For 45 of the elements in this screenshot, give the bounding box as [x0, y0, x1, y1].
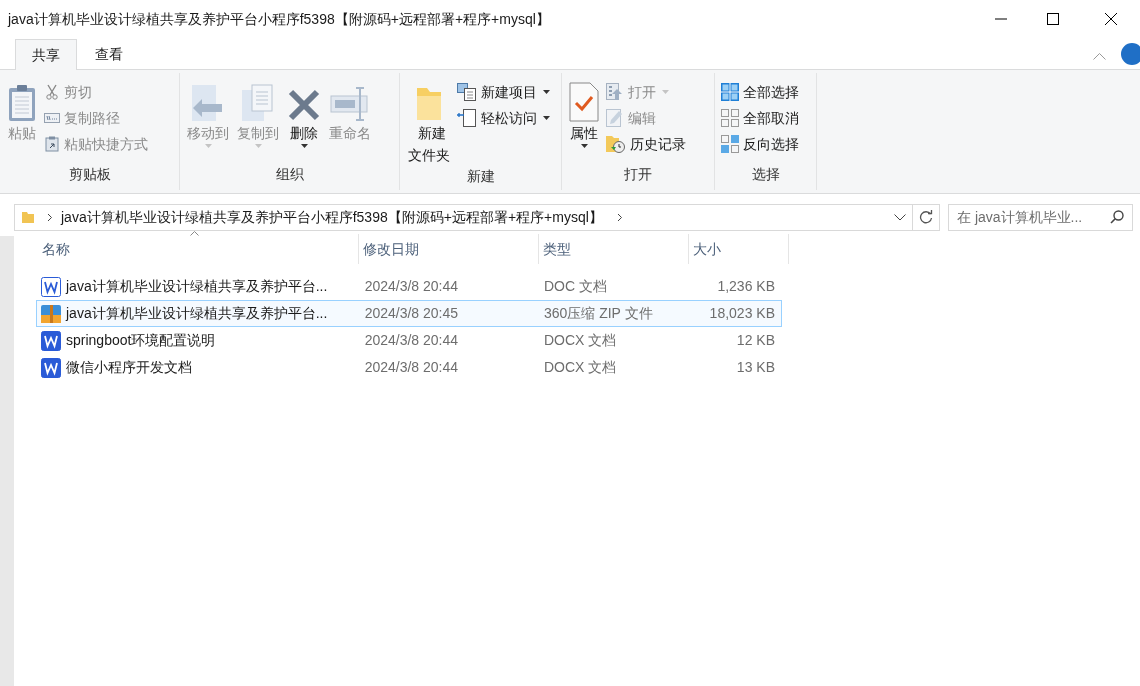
window-title: java计算机毕业设计绿植共享及养护平台小程序f5398【附源码+远程部署+程序+mysql】 [6, 9, 550, 29]
ribbon-button[interactable]: 历史记录 [605, 131, 687, 157]
ribbon-button[interactable]: 新建文件夹 [405, 76, 452, 166]
ribbon-button[interactable]: 删除 [285, 76, 323, 164]
ribbon-tab[interactable]: 共享 [15, 39, 77, 70]
file-date: 2024/3/8 20:44 [363, 331, 460, 350]
file-date: 2024/3/8 20:44 [363, 277, 460, 296]
file-size: 12 KB [735, 331, 776, 350]
ribbon-button[interactable]: 全部取消 [720, 105, 800, 131]
file-name: 微信小程序开发文档 [66, 358, 192, 377]
file-size: 18,023 KB [708, 304, 776, 323]
column-header[interactable]: 修改日期 [359, 234, 539, 264]
search-field[interactable]: 在 java计算机毕业... [948, 203, 1133, 231]
column-header[interactable]: 名称 [38, 234, 359, 264]
file-row[interactable]: java计算机毕业设计绿植共享及养护平台... 2024/3/8 20:45 360压缩 ZIP 文件 18,023 KB [36, 300, 782, 327]
address-bar[interactable]: java计算机毕业设计绿植共享及养护平台小程序f5398【附源码+远程部署+程序+mysql】 [14, 203, 940, 231]
file-size: 13 KB [735, 358, 776, 377]
file-row[interactable]: 微信小程序开发文档 2024/3/8 20:44 DOCX 文档 13 KB [36, 354, 782, 381]
group-label: 组织 [274, 165, 305, 184]
file-type: DOCX 文档 [542, 331, 618, 350]
ribbon-button[interactable]: 反向选择 [720, 131, 800, 157]
ribbon-button[interactable]: 属性 [567, 76, 601, 164]
ribbon-button[interactable]: 轻松访问 [456, 105, 551, 131]
group-label: 新建 [465, 167, 496, 186]
column-header[interactable]: 大小 [689, 234, 789, 264]
file-date: 2024/3/8 20:44 [363, 358, 460, 377]
ribbon-button[interactable]: 全部选择 [720, 79, 800, 105]
ribbon-button[interactable]: 新建项目 [456, 79, 551, 105]
group-label: 选择 [750, 165, 781, 184]
file-name: java计算机毕业设计绿植共享及养护平台... [66, 277, 328, 296]
file-name: java计算机毕业设计绿植共享及养护平台... [66, 304, 328, 323]
ribbon-tab[interactable]: 查看 [77, 39, 141, 69]
address-path[interactable]: java计算机毕业设计绿植共享及养护平台小程序f5398【附源码+远程部署+程序+mysql】 [61, 206, 603, 228]
column-header[interactable]: 类型 [539, 234, 689, 264]
file-size: 1,236 KB [716, 277, 776, 296]
group-label: 打开 [623, 165, 653, 184]
file-row[interactable]: springboot环境配置说明 2024/3/8 20:44 DOCX 文档 12 KB [36, 327, 782, 354]
file-name: springboot环境配置说明 [66, 331, 216, 350]
file-date: 2024/3/8 20:45 [363, 304, 460, 323]
file-type: DOCX 文档 [542, 358, 618, 377]
search-placeholder: 在 java计算机毕业... [957, 207, 1083, 227]
file-type: DOC 文档 [542, 277, 608, 296]
group-label: 剪贴板 [67, 165, 112, 184]
file-row[interactable]: java计算机毕业设计绿植共享及养护平台... 2024/3/8 20:44 DOC 文档 1,236 KB [36, 273, 782, 300]
file-type: 360压缩 ZIP 文件 [542, 304, 654, 323]
